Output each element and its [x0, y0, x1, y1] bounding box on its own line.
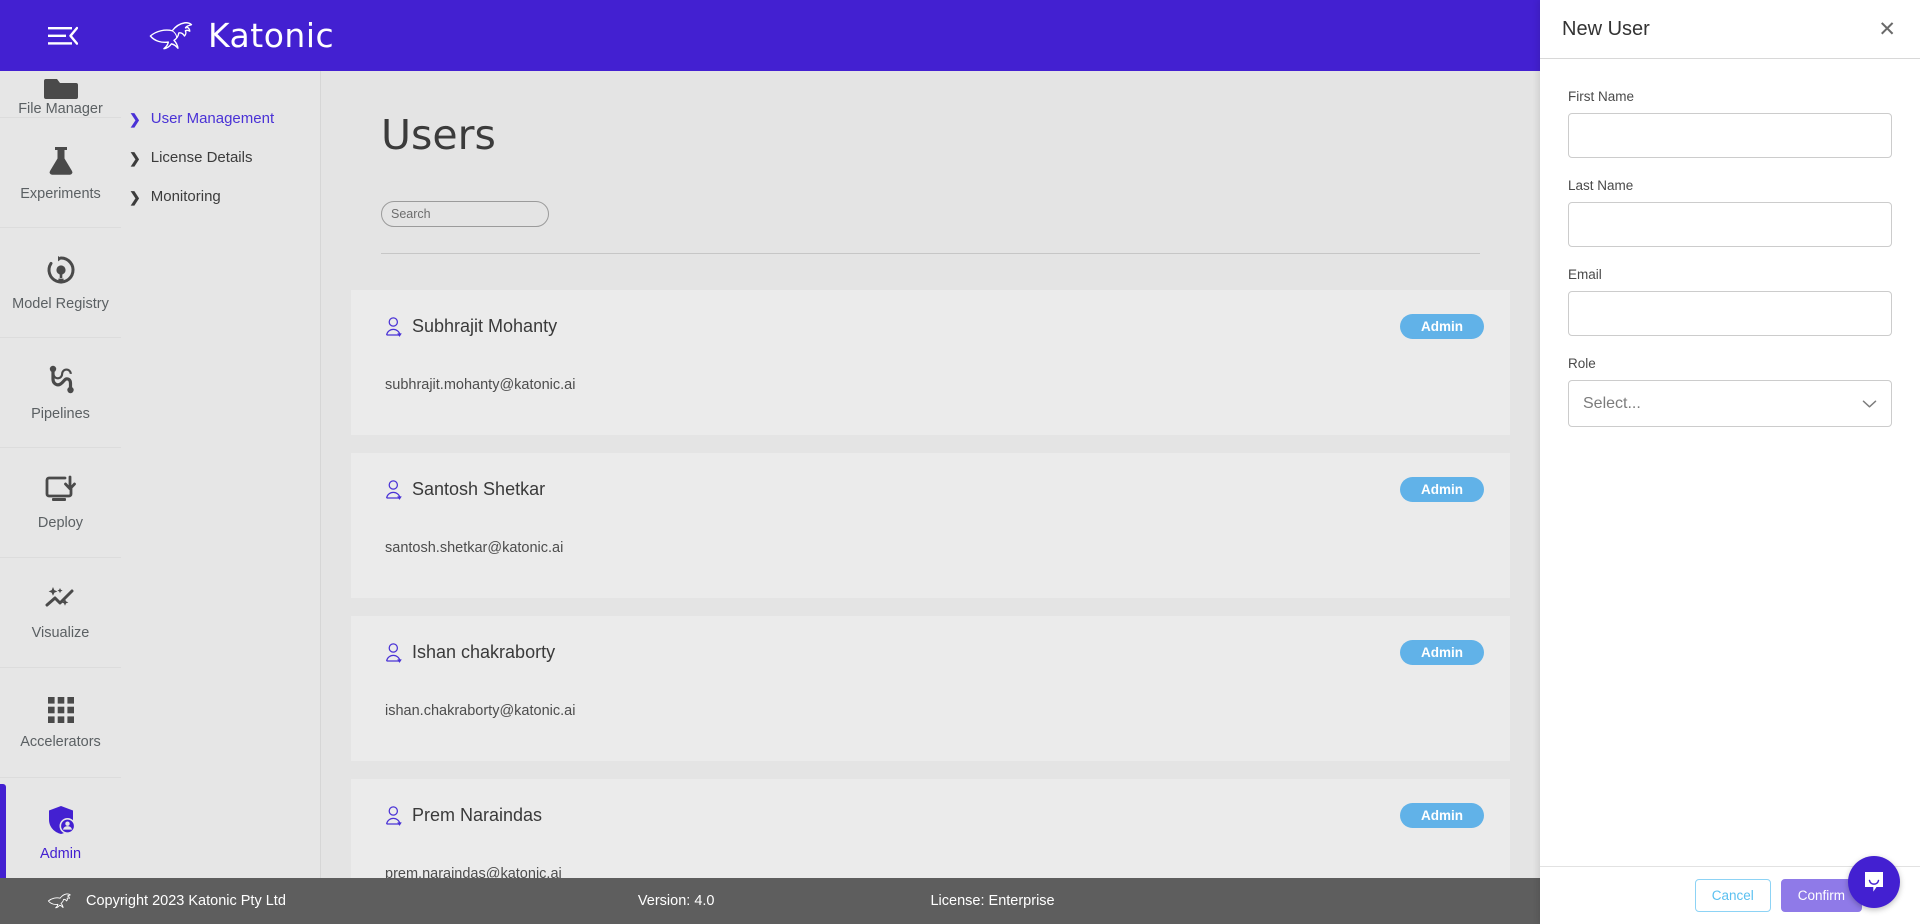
user-icon — [385, 805, 402, 826]
user-identity: Ishan chakraborty — [385, 642, 1476, 663]
sidebar-item-label: Experiments — [20, 185, 101, 202]
user-email: santosh.shetkar@katonic.ai — [385, 540, 564, 556]
email-field[interactable] — [1568, 291, 1892, 336]
folder-icon — [43, 79, 78, 99]
copyright-text: Copyright 2023 Katonic Pty Ltd — [86, 893, 286, 909]
brand-name: Katonic — [208, 16, 335, 55]
copyright: Copyright 2023 Katonic Pty Ltd — [46, 891, 286, 911]
icon-sidebar: File Manager Experiments Model Registry — [0, 71, 121, 924]
sidebar-item-label: Pipelines — [31, 405, 90, 422]
table-row[interactable]: Ishan chakraborty ishan.chakraborty@kato… — [351, 616, 1510, 761]
hamburger-collapse-icon — [48, 26, 78, 45]
role-label: Role — [1568, 356, 1596, 371]
license-text: License: Enterprise — [930, 893, 1055, 909]
chevron-right-icon: ❯ — [129, 110, 141, 127]
shield-user-icon — [48, 805, 75, 834]
sidebar-item-label: Admin — [39, 845, 82, 862]
chevron-right-icon: ❯ — [129, 188, 141, 205]
user-icon — [385, 316, 402, 337]
top-bar: Katonic — [0, 0, 1540, 71]
sidebar-item-label: Accelerators — [20, 733, 101, 750]
user-name: Subhrajit Mohanty — [412, 316, 558, 336]
user-icon — [385, 479, 402, 500]
table-row[interactable]: Subhrajit Mohanty subhrajit.mohanty@kato… — [351, 290, 1510, 435]
secondary-sidebar: ❯ User Management ❯ License Details ❯ Mo… — [121, 71, 321, 924]
version-text: Version: 4.0 — [637, 893, 715, 909]
search-box[interactable] — [381, 201, 552, 227]
sidebar-item-pipelines[interactable]: Pipelines — [0, 338, 121, 448]
sidebar-item-deploy[interactable]: Deploy — [0, 448, 121, 558]
first-name-field-group: First Name — [1568, 89, 1892, 158]
sidebar-item-accelerators[interactable]: Accelerators — [0, 668, 121, 778]
sidebar-item-file-manager[interactable]: File Manager — [0, 71, 121, 118]
role-select-value: Select... — [1583, 394, 1641, 412]
role-select[interactable]: Select... — [1568, 380, 1892, 427]
sidebar-item-visualize[interactable]: Visualize — [0, 558, 121, 668]
pipelines-icon — [49, 365, 74, 393]
panel-header: New User ✕ — [1540, 0, 1920, 59]
sidebar-item-license-details[interactable]: ❯ License Details — [121, 138, 320, 177]
user-icon — [385, 642, 402, 663]
panel-body: First Name Last Name Email Role Select..… — [1540, 59, 1920, 866]
subnav-item-label: User Management — [150, 110, 275, 127]
model-registry-icon — [47, 255, 75, 283]
status-badge[interactable]: Admin — [1400, 803, 1484, 828]
chevron-down-icon — [1862, 399, 1877, 408]
panel-title: New User — [1562, 17, 1650, 40]
sidebar-item-experiments[interactable]: Experiments — [0, 118, 121, 228]
last-name-field-group: Last Name — [1568, 178, 1892, 247]
sidebar-item-label: Model Registry — [12, 295, 109, 312]
sidebar-item-model-registry[interactable]: Model Registry — [0, 228, 121, 338]
user-name: Santosh Shetkar — [412, 479, 546, 499]
user-name: Ishan chakraborty — [412, 642, 556, 662]
subnav-item-label: License Details — [150, 149, 253, 166]
status-badge[interactable]: Admin — [1400, 314, 1484, 339]
app-root: Katonic File Manager Experiments Model R… — [0, 0, 1920, 924]
brand[interactable]: Katonic — [146, 16, 334, 55]
first-name-label: First Name — [1568, 89, 1635, 104]
search-input[interactable] — [391, 207, 552, 221]
menu-toggle-button[interactable] — [42, 19, 84, 53]
cancel-button[interactable]: Cancel — [1694, 879, 1771, 912]
user-email: subhrajit.mohanty@katonic.ai — [385, 377, 576, 393]
status-badge[interactable]: Admin — [1400, 640, 1484, 665]
chevron-right-icon: ❯ — [129, 149, 141, 166]
sidebar-item-monitoring[interactable]: ❯ Monitoring — [121, 177, 320, 216]
kangaroo-logo-icon — [47, 893, 71, 909]
sidebar-item-user-management[interactable]: ❯ User Management — [121, 99, 320, 138]
sidebar-item-label: Visualize — [31, 624, 90, 641]
status-badge[interactable]: Admin — [1400, 477, 1484, 502]
main-content: Users Subhrajit Mohanty — [321, 71, 1540, 924]
user-identity: Prem Naraindas — [385, 805, 1476, 826]
new-user-panel: New User ✕ First Name Last Name Email Ro… — [1540, 0, 1920, 924]
chat-bubble-icon — [1865, 872, 1883, 892]
subnav-item-label: Monitoring — [150, 188, 221, 205]
sidebar-item-label: File Manager — [18, 101, 103, 117]
user-email: ishan.chakraborty@katonic.ai — [385, 703, 576, 719]
page-title: Users — [381, 111, 496, 159]
sidebar-item-admin[interactable]: Admin — [0, 778, 121, 888]
flask-icon — [49, 146, 72, 175]
email-label: Email — [1568, 267, 1602, 282]
last-name-label: Last Name — [1568, 178, 1634, 193]
content-divider — [381, 253, 1480, 254]
visualize-icon — [45, 586, 74, 606]
grid-icon — [47, 696, 74, 723]
footer-bar: Copyright 2023 Katonic Pty Ltd Version: … — [0, 878, 1540, 924]
first-name-field[interactable] — [1568, 113, 1892, 158]
sidebar-item-label: Deploy — [37, 514, 84, 531]
email-field-group: Email — [1568, 267, 1892, 336]
user-identity: Subhrajit Mohanty — [385, 316, 1476, 337]
role-field-group: Role Select... — [1568, 356, 1892, 427]
last-name-field[interactable] — [1568, 202, 1892, 247]
deploy-icon — [45, 475, 76, 501]
table-row[interactable]: Santosh Shetkar santosh.shetkar@katonic.… — [351, 453, 1510, 598]
close-icon[interactable]: ✕ — [1878, 19, 1896, 40]
kangaroo-logo-icon — [149, 21, 193, 49]
user-identity: Santosh Shetkar — [385, 479, 1476, 500]
chat-widget-button[interactable] — [1848, 856, 1900, 908]
user-name: Prem Naraindas — [412, 805, 543, 825]
user-list: Subhrajit Mohanty subhrajit.mohanty@kato… — [321, 290, 1540, 924]
